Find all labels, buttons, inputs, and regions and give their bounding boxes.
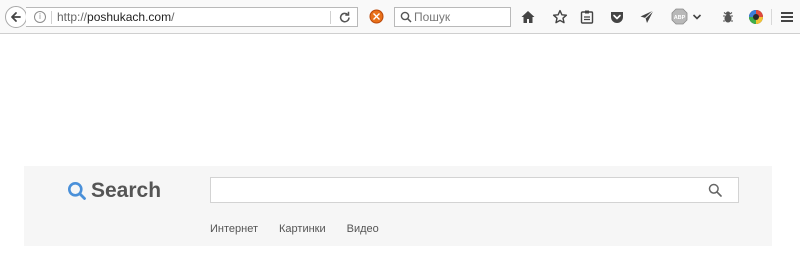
main-search-box[interactable] xyxy=(210,177,739,203)
home-icon[interactable] xyxy=(520,9,536,25)
stop-extension-icon[interactable] xyxy=(369,9,384,24)
brand-label: Search xyxy=(91,179,162,202)
url-path: / xyxy=(171,10,175,24)
url-text[interactable]: http://poshukach.com/ xyxy=(57,10,174,24)
browser-search-bar[interactable] xyxy=(394,7,511,27)
hamburger-menu-icon[interactable] xyxy=(779,9,795,25)
nav-link-video[interactable]: Видео xyxy=(347,223,379,235)
adblock-label: ABP xyxy=(674,15,686,21)
dropdown-arrow-icon[interactable] xyxy=(692,12,702,22)
send-icon[interactable] xyxy=(639,9,655,25)
browser-search-input[interactable] xyxy=(414,9,506,25)
url-divider xyxy=(51,11,52,24)
search-type-nav: Интернет Картинки Видео xyxy=(210,223,400,235)
info-icon[interactable]: i xyxy=(34,11,46,23)
back-arrow-icon xyxy=(11,12,21,22)
address-bar[interactable]: i http://poshukach.com/ xyxy=(26,7,358,27)
pocket-icon[interactable] xyxy=(609,9,625,25)
reading-list-icon[interactable] xyxy=(579,9,595,25)
url-scheme: http:// xyxy=(57,10,88,24)
main-search-input[interactable] xyxy=(217,181,697,199)
reload-divider xyxy=(330,11,331,24)
brand-logo[interactable]: Search xyxy=(67,179,161,203)
search-icon xyxy=(68,182,86,200)
search-icon xyxy=(400,11,412,23)
toolbar-divider xyxy=(771,9,772,25)
bookmark-star-icon[interactable] xyxy=(552,9,568,25)
nav-link-internet[interactable]: Интернет xyxy=(210,223,258,235)
search-submit-icon[interactable] xyxy=(708,183,722,197)
extension-bug-icon[interactable] xyxy=(720,9,736,25)
nav-link-images[interactable]: Картинки xyxy=(279,223,326,235)
color-wheel-icon[interactable] xyxy=(748,9,764,25)
browser-toolbar: i http://poshukach.com/ Пошук ABP xyxy=(0,0,800,34)
reload-icon[interactable] xyxy=(338,11,352,24)
adblock-plus-icon[interactable]: ABP xyxy=(671,8,688,25)
back-button[interactable] xyxy=(5,6,27,28)
url-host: poshukach.com xyxy=(87,10,172,24)
search-panel: Search Интернет Картинки Видео xyxy=(24,166,772,246)
